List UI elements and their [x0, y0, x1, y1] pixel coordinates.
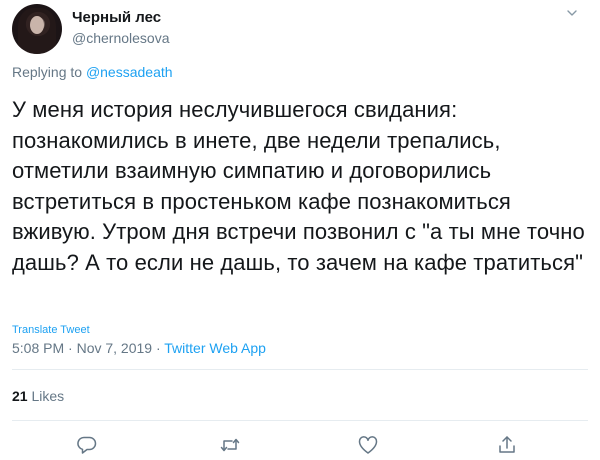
author-display-name[interactable]: Черный лес: [72, 9, 161, 26]
tweet: Черный лес @chernolesova Replying to @ne…: [0, 0, 600, 460]
author-handle[interactable]: @chernolesova: [72, 30, 170, 46]
heart-icon[interactable]: [357, 434, 379, 456]
source-app-link[interactable]: Twitter Web App: [164, 340, 266, 356]
tweet-text: У меня история неслучившегося свидания: …: [12, 97, 585, 275]
tweet-metadata: 5:08 PM · Nov 7, 2019 · Twitter Web App: [12, 340, 266, 356]
divider: [12, 420, 588, 421]
reply-context: Replying to @nessadeath: [12, 64, 173, 80]
reply-mention-link[interactable]: @nessadeath: [86, 64, 173, 80]
reply-icon[interactable]: [76, 434, 98, 456]
likes-label: Likes: [27, 388, 65, 404]
likes-count: 21: [12, 388, 28, 404]
translate-tweet-link[interactable]: Translate Tweet: [12, 324, 90, 336]
avatar-face: [30, 16, 44, 34]
reply-prefix: Replying to: [12, 64, 86, 80]
action-bar: [0, 430, 600, 460]
likes-stat[interactable]: 21 Likes: [12, 388, 64, 404]
divider: [12, 369, 588, 370]
share-icon[interactable]: [496, 434, 518, 456]
retweet-icon[interactable]: [219, 434, 241, 456]
chevron-down-icon[interactable]: [565, 6, 579, 20]
tweet-timestamp[interactable]: 5:08 PM · Nov 7, 2019 ·: [12, 340, 164, 356]
avatar[interactable]: [12, 4, 62, 54]
